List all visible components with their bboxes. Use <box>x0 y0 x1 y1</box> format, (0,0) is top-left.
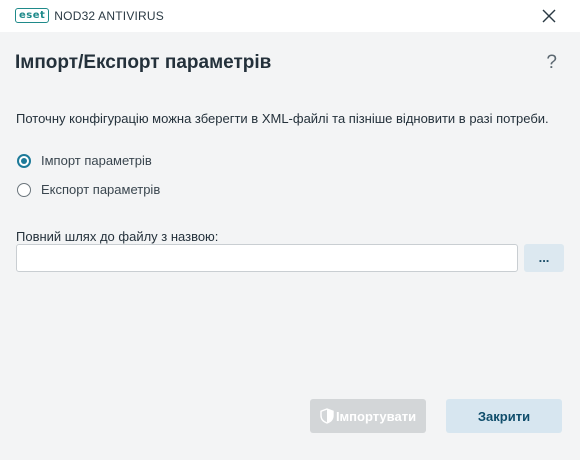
app-logo: eset NOD32 ANTIVIRUS <box>15 8 164 23</box>
eset-logo: eset <box>15 8 50 23</box>
app-name: NOD32 ANTIVIRUS <box>54 8 164 23</box>
window-close-button[interactable] <box>540 7 558 25</box>
import-export-dialog: eset NOD32 ANTIVIRUS Імпорт/Експорт пара… <box>0 0 580 460</box>
close-icon <box>542 9 556 23</box>
import-button[interactable]: Імпортувати <box>310 399 426 433</box>
file-path-label: Повний шлях до файлу з назвою: <box>16 229 219 244</box>
help-button[interactable]: ? <box>546 52 557 74</box>
close-button[interactable]: Закрити <box>446 399 562 433</box>
title-bar: eset NOD32 ANTIVIRUS <box>0 0 580 32</box>
export-option[interactable]: Експорт параметрів <box>17 182 160 197</box>
dialog-description: Поточну конфігурацію можна зберегти в XM… <box>16 111 549 126</box>
browse-button[interactable]: ... <box>524 244 564 272</box>
import-option[interactable]: Імпорт параметрів <box>17 153 152 168</box>
export-option-label: Експорт параметрів <box>41 182 161 197</box>
dialog-title: Імпорт/Експорт параметрів <box>15 52 272 73</box>
shield-icon <box>320 408 334 424</box>
import-radio[interactable] <box>17 153 31 168</box>
file-path-input[interactable] <box>16 244 518 272</box>
import-option-label: Імпорт параметрів <box>41 153 152 168</box>
export-radio[interactable] <box>17 182 31 197</box>
import-button-label: Імпортувати <box>335 408 417 424</box>
